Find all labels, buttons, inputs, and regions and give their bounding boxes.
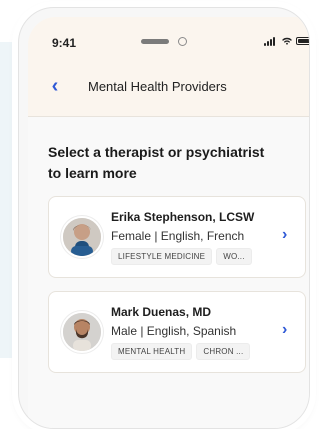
speaker-icon [141, 39, 169, 44]
status-icons [264, 36, 309, 46]
avatar [61, 216, 103, 258]
provider-meta: Male | English, Spanish [111, 324, 237, 338]
provider-name: Erika Stephenson, LCSW [111, 210, 255, 224]
specialty-tag: MENTAL HEALTH [111, 343, 193, 360]
navigation-bar: ‹ Mental Health Providers [28, 61, 309, 117]
status-time: 9:41 [52, 36, 77, 50]
chevron-left-icon: ‹ [51, 75, 59, 97]
avatar [61, 311, 103, 353]
specialty-tag: CHRON ... [196, 343, 251, 360]
specialty-tag: LIFESTYLE MEDICINE [111, 248, 213, 265]
provider-card[interactable]: Mark Duenas, MD Male | English, Spanish … [48, 291, 306, 373]
specialty-tag: WO... [216, 248, 252, 265]
camera-icon [178, 37, 187, 46]
status-bar: 9:41 [28, 17, 309, 61]
phone-frame: 9:41 ‹ Mental Health Providers Select a … [18, 7, 310, 429]
back-button[interactable]: ‹ [46, 75, 64, 97]
provider-name: Mark Duenas, MD [111, 305, 212, 319]
provider-card[interactable]: Erika Stephenson, LCSW Female | English,… [48, 196, 306, 278]
wifi-icon [282, 37, 292, 45]
signal-icon [264, 36, 278, 46]
provider-tags: LIFESTYLE MEDICINE WO... [111, 248, 252, 265]
provider-tags: MENTAL HEALTH CHRON ... [111, 343, 251, 360]
nav-title: Mental Health Providers [88, 79, 227, 94]
battery-icon [296, 37, 309, 45]
page-title: Select a therapist or psychiatrist to le… [48, 144, 265, 181]
provider-meta: Female | English, French [111, 229, 245, 243]
chevron-right-icon: › [282, 321, 288, 338]
chevron-right-icon: › [282, 226, 288, 243]
app-screen: 9:41 ‹ Mental Health Providers Select a … [28, 17, 309, 428]
